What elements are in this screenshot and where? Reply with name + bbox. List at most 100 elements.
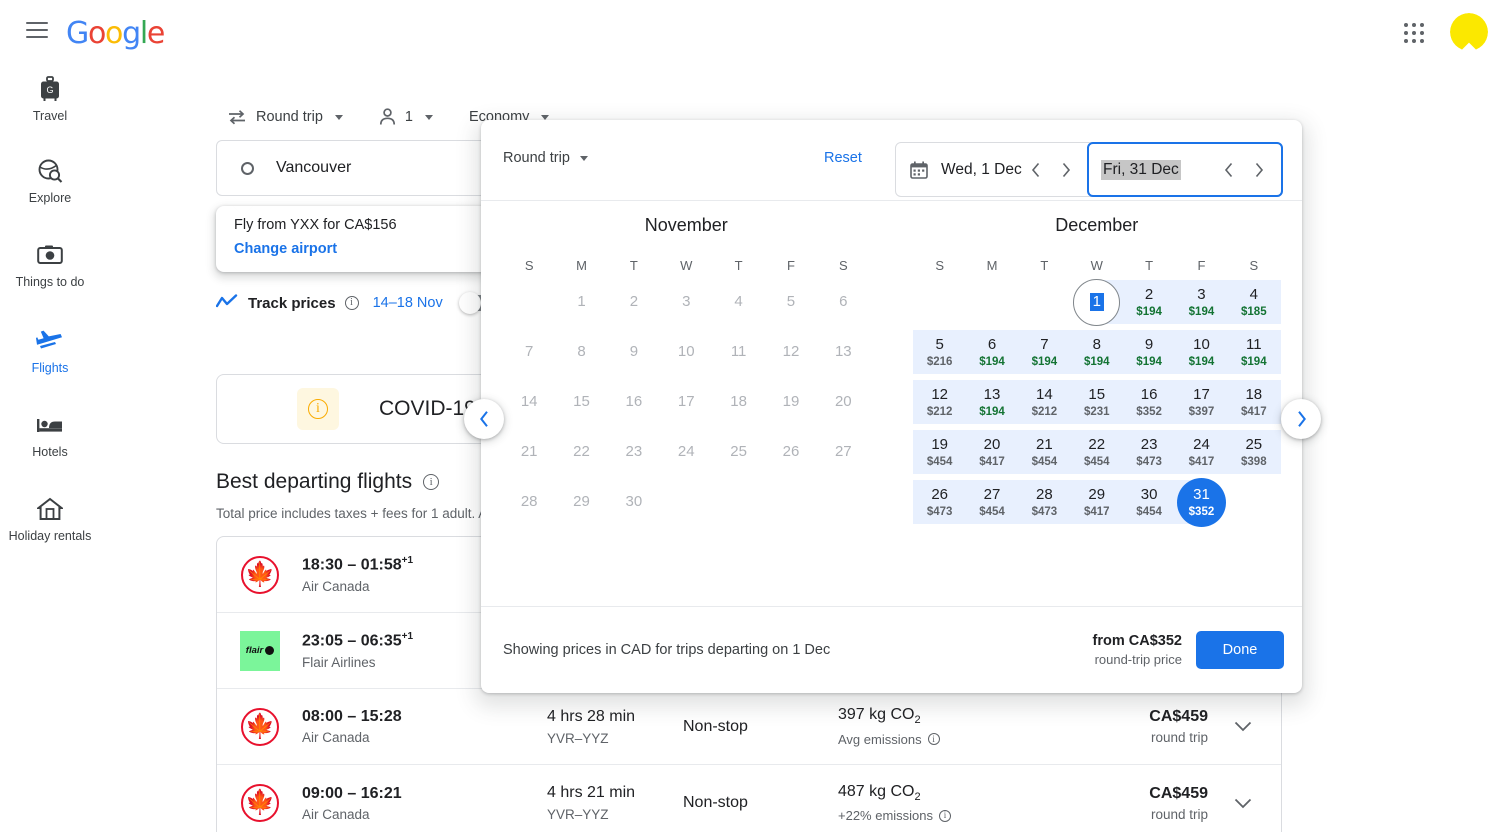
dow-label: T [629,258,638,273]
calendar-day-cell[interactable]: 19 $454 [912,427,968,477]
reset-button[interactable]: Reset [824,150,862,166]
info-icon[interactable]: i [939,809,952,822]
departure-prev-day-button[interactable] [1022,156,1050,184]
day-number: 29 [573,493,590,510]
sidebar-item-hotels[interactable]: Hotels [0,412,100,460]
circle-origin-icon [241,161,254,175]
apps-grid-icon[interactable] [1404,23,1426,45]
info-icon[interactable]: i [927,733,940,746]
day-number: 24 [677,443,695,460]
day-number: 10 [677,343,695,360]
return-date-field[interactable]: Fri, 31 Dec [1087,142,1283,197]
calendar-day-cell[interactable]: 13 $194 [964,377,1020,427]
calendar-day-cell[interactable]: 16 $352 [1121,377,1177,427]
departure-date-field[interactable]: Wed, 1 Dec [896,143,1088,196]
sidebar-item-flights[interactable]: Flights [0,328,100,376]
calendar-day-cell[interactable]: 2 $194 [1121,277,1177,327]
departure-next-day-button[interactable] [1052,156,1080,184]
track-prices-date-range[interactable]: 14–18 Nov [373,295,443,311]
calendar-day-cell[interactable]: 17 $397 [1174,377,1230,427]
calendar-day-cell[interactable]: 31 $352 [1174,477,1227,527]
flight-time-range: 08:00 – 15:28 [302,708,402,725]
return-prev-day-button[interactable] [1215,156,1243,184]
calendar-day-cell[interactable]: 18 $417 [1226,377,1282,427]
date-picker-footer: Showing prices in CAD for trips departin… [481,606,1302,692]
user-avatar[interactable] [1450,13,1488,51]
flight-emissions: 487 kg CO2 +22% emissions i [838,783,1073,823]
dialog-trip-type-selector[interactable]: Round trip [503,150,588,166]
calendar-day-cell[interactable]: 21 $454 [1017,427,1072,477]
day-number: 15 [573,393,590,410]
day-price: $417 [1188,455,1215,468]
sidebar-item-holiday-rentals[interactable]: Holiday rentals [0,496,100,544]
calendar-day-cell[interactable]: 6 $194 [964,327,1020,377]
sidebar-item-travel[interactable]: G Travel [0,76,100,124]
calendar-day-cell[interactable]: 28 $473 [1017,477,1072,527]
passengers-selector[interactable]: 1 [370,102,442,132]
emissions-value: 397 kg CO [838,706,915,724]
return-next-day-button[interactable] [1245,156,1273,184]
date-fields-group: Wed, 1 Dec Fri, 31 Dec [895,142,1283,197]
calendar-icon [910,161,928,179]
calendar-day-cell: 6 [817,277,869,327]
calendar-day-cell[interactable]: 5 $216 [912,327,968,377]
calendar-day-cell[interactable]: 15 $231 [1069,377,1125,427]
calendar-day-cell[interactable]: 1 [1071,277,1125,327]
expand-row-button[interactable] [1208,721,1278,732]
next-month-button[interactable] [1281,399,1321,439]
calendar-day-cell[interactable]: 29 $417 [1069,477,1125,527]
calendar-day-cell[interactable]: 27 $454 [964,477,1020,527]
calendar-day-cell[interactable]: 12 $212 [912,377,968,427]
calendar-day-cell: 21 [503,427,555,477]
day-price: $454 [926,455,953,468]
day-price: $454 [1083,455,1110,468]
hamburger-menu-icon[interactable] [26,22,48,42]
calendar-day-cell[interactable]: 9 $194 [1121,327,1177,377]
day-price: $194 [979,405,1005,418]
emissions-note: +22% emissions [838,808,934,824]
calendar-day-cell[interactable]: 26 $473 [912,477,968,527]
day-number: 27 [834,443,852,460]
day-number: 6 [987,335,997,353]
trip-type-selector[interactable]: Round trip [218,103,352,131]
calendar-day-cell[interactable]: 8 $194 [1069,327,1125,377]
sidebar-item-things-to-do[interactable]: Things to do [0,242,100,290]
done-button[interactable]: Done [1196,630,1284,669]
calendar-day-cell[interactable]: 7 $194 [1017,327,1072,377]
day-number: 3 [682,293,691,310]
calendar-grid: 1 2 $194 3 $194 4 $185 5 $216 6 $194 7 $194 8 $194 9 $19… [892,277,1303,527]
info-icon[interactable]: i [344,296,359,310]
emissions-subscript: 2 [914,714,921,727]
calendar-day-cell[interactable]: 10 $194 [1174,327,1230,377]
calendar-day-cell: 17 [660,377,712,427]
flight-times: 09:00 – 16:21 Air Canada [302,785,547,822]
table-row[interactable]: 🍁 08:00 – 15:28 Air Canada 4 hrs 28 min … [217,689,1281,765]
expand-row-button[interactable] [1208,798,1278,809]
calendar-day-cell[interactable]: 23 $473 [1121,427,1177,477]
day-number: 7 [525,343,534,360]
calendar-day-cell[interactable]: 3 $194 [1174,277,1230,327]
day-number: 13 [983,385,1001,403]
day-number: 9 [629,343,639,360]
calendar-day-cell[interactable]: 25 $398 [1226,427,1282,477]
day-number: 5 [935,335,944,353]
day-number: 28 [520,493,538,510]
calendar-day-cell[interactable]: 11 $194 [1226,327,1282,377]
sidebar-item-label: Travel [32,109,68,123]
sidebar-item-explore[interactable]: Explore [0,158,100,206]
origin-value: Vancouver [276,159,352,176]
prev-month-button[interactable] [464,399,504,439]
calendar-blank-cell [914,277,966,327]
calendar-day-cell[interactable]: 14 $212 [1017,377,1072,427]
calendar-day-cell[interactable]: 22 $454 [1069,427,1125,477]
calendar-day-cell[interactable]: 30 $454 [1121,477,1177,527]
calendar-day-cell[interactable]: 4 $185 [1226,277,1282,327]
table-row[interactable]: 🍁 09:00 – 16:21 Air Canada 4 hrs 21 min … [217,765,1281,832]
day-price: $194 [1083,355,1110,368]
day-price: $417 [1083,505,1110,518]
calendar-day-cell[interactable]: 20 $417 [964,427,1020,477]
info-icon[interactable]: i [423,474,440,490]
calendar-day-cell[interactable]: 24 $417 [1174,427,1230,477]
month-title: November [644,215,728,235]
flight-price: CA$459 round trip [1073,708,1208,745]
